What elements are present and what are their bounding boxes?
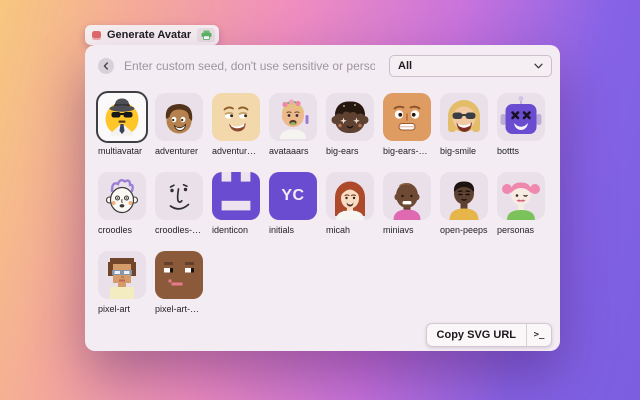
pixel-art-avatar bbox=[98, 251, 146, 299]
big-ears-neutral-avatar bbox=[383, 93, 431, 141]
avatar-tile-open-peeps[interactable] bbox=[440, 172, 488, 220]
grid-cell: multiavatar bbox=[98, 93, 146, 157]
print-icon[interactable] bbox=[197, 28, 215, 42]
personas-avatar bbox=[497, 172, 545, 220]
grid-cell: croodles bbox=[98, 172, 146, 236]
grid-cell: identicon bbox=[212, 172, 260, 236]
grid-cell: personas bbox=[497, 172, 545, 236]
print-icon-glyph bbox=[201, 30, 212, 40]
big-smile-avatar bbox=[440, 93, 488, 141]
grid-cell: adventurer bbox=[155, 93, 203, 157]
grid-cell: adventurer-neutral bbox=[212, 93, 260, 157]
avatar-style-label: croodles bbox=[98, 225, 146, 236]
avatar-tile-micah[interactable] bbox=[326, 172, 374, 220]
grid-cell: YC initials bbox=[269, 172, 317, 236]
avatar-style-label: pixel-art-neutral bbox=[155, 304, 203, 315]
chevron-down-icon bbox=[534, 63, 543, 69]
avatar-tile-big-ears-neutral[interactable] bbox=[383, 93, 431, 141]
avatar-style-label: miniavs bbox=[383, 225, 431, 236]
grid-cell: pixel-art-neutral bbox=[155, 251, 203, 315]
avatar-style-label: identicon bbox=[212, 225, 260, 236]
croodles-avatar bbox=[98, 172, 146, 220]
avatar-tile-croodles[interactable] bbox=[98, 172, 146, 220]
avatar-tile-multiavatar[interactable] bbox=[98, 93, 146, 141]
avatar-style-label: bottts bbox=[497, 146, 545, 157]
avatar-tile-adventurer[interactable] bbox=[155, 93, 203, 141]
grid-cell: croodles-neutral bbox=[155, 172, 203, 236]
grid-cell: big-smile bbox=[440, 93, 488, 157]
grid-cell: avataaars bbox=[269, 93, 317, 157]
avatar-tile-pixel-art[interactable] bbox=[98, 251, 146, 299]
multiavatar-avatar bbox=[98, 93, 146, 141]
back-button[interactable] bbox=[98, 58, 114, 74]
footer-actions: Copy SVG URL >_ bbox=[426, 323, 552, 347]
avatar-style-label: adventurer bbox=[155, 146, 203, 157]
copy-svg-url-button[interactable]: Copy SVG URL bbox=[427, 324, 527, 346]
avatar-style-label: initials bbox=[269, 225, 317, 236]
grid-cell: big-ears bbox=[326, 93, 374, 157]
bottts-avatar bbox=[497, 93, 545, 141]
grid-cell: big-ears-neutral bbox=[383, 93, 431, 157]
identicon-avatar bbox=[212, 172, 260, 220]
avatar-style-label: multiavatar bbox=[98, 146, 146, 157]
filter-value: All bbox=[398, 60, 412, 72]
avatar-style-label: big-ears bbox=[326, 146, 374, 157]
avatar-generator-window: All bbox=[85, 45, 560, 351]
generate-avatar-tab[interactable]: Generate Avatar bbox=[85, 25, 219, 45]
avatar-style-label: adventurer-neutral bbox=[212, 146, 260, 157]
grid-cell: pixel-art bbox=[98, 251, 146, 315]
miniavs-avatar bbox=[383, 172, 431, 220]
avatar-tile-initials[interactable]: YC bbox=[269, 172, 317, 220]
grid-cell: open-peeps bbox=[440, 172, 488, 236]
grid-cell: micah bbox=[326, 172, 374, 236]
avatar-style-label: micah bbox=[326, 225, 374, 236]
avatar-tile-identicon[interactable] bbox=[212, 172, 260, 220]
avatar-tile-croodles-neutral[interactable] bbox=[155, 172, 203, 220]
avatar-style-label: croodles-neutral bbox=[155, 225, 203, 236]
tab-title: Generate Avatar bbox=[107, 29, 191, 41]
avatar-tile-adventurer-neutral[interactable] bbox=[212, 93, 260, 141]
avataaars-avatar bbox=[269, 93, 317, 141]
open-peeps-avatar bbox=[440, 172, 488, 220]
avatar-tile-big-ears[interactable] bbox=[326, 93, 374, 141]
avatar-tile-personas[interactable] bbox=[497, 172, 545, 220]
big-ears-avatar bbox=[326, 93, 374, 141]
search-row: All bbox=[98, 54, 552, 78]
initials-avatar: YC bbox=[269, 172, 317, 220]
avatar-tile-pixel-art-neutral[interactable] bbox=[155, 251, 203, 299]
avatar-tile-bottts[interactable] bbox=[497, 93, 545, 141]
seed-input[interactable] bbox=[122, 58, 377, 74]
avatar-tile-avataaars[interactable] bbox=[269, 93, 317, 141]
croodles-neutral-avatar bbox=[155, 172, 203, 220]
chevron-left-icon bbox=[102, 62, 110, 70]
avatar-style-label: avataaars bbox=[269, 146, 317, 157]
avatar-style-label: open-peeps bbox=[440, 225, 488, 236]
avatar-style-label: big-smile bbox=[440, 146, 488, 157]
pixel-art-neutral-avatar bbox=[155, 251, 203, 299]
grid-cell: miniavs bbox=[383, 172, 431, 236]
adventurer-avatar bbox=[155, 93, 203, 141]
avatar-tile-big-smile[interactable] bbox=[440, 93, 488, 141]
micah-avatar bbox=[326, 172, 374, 220]
grid-cell: bottts bbox=[497, 93, 545, 157]
avatar-icon bbox=[92, 31, 101, 40]
avatar-style-label: personas bbox=[497, 225, 545, 236]
avatar-style-label: big-ears-neutral bbox=[383, 146, 431, 157]
terminal-prompt-icon[interactable]: >_ bbox=[527, 324, 551, 346]
avatar-tile-miniavs[interactable] bbox=[383, 172, 431, 220]
style-filter-dropdown[interactable]: All bbox=[389, 55, 552, 77]
adventurer-neutral-avatar bbox=[212, 93, 260, 141]
avatar-style-label: pixel-art bbox=[98, 304, 146, 315]
avatar-style-grid: multiavatar adventurer bbox=[98, 93, 547, 315]
